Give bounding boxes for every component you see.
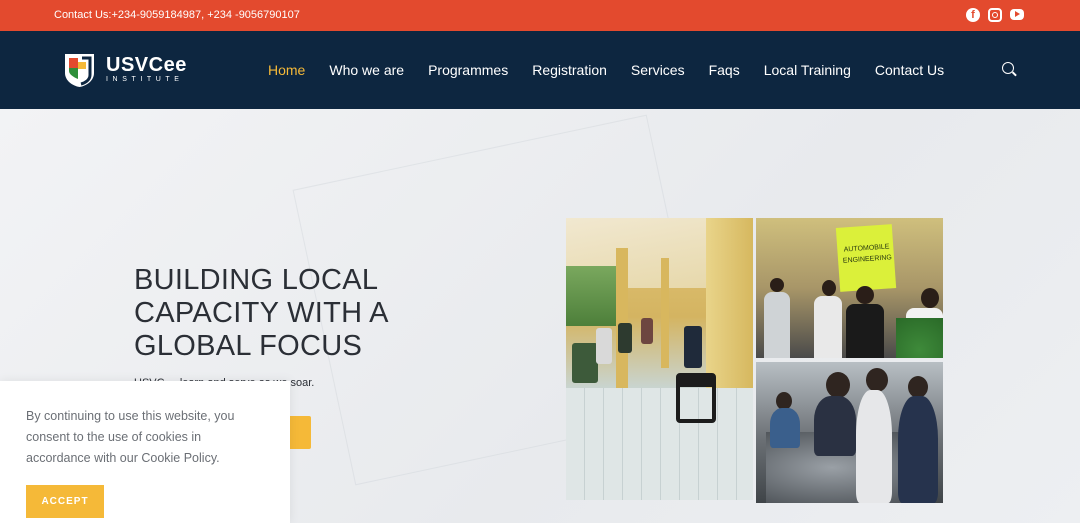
search-icon[interactable] <box>1002 62 1014 74</box>
site-logo[interactable]: USVCee INSTITUTE <box>62 51 187 88</box>
nav-services[interactable]: Services <box>631 62 685 78</box>
cookie-text: By continuing to use this website, you c… <box>26 409 235 465</box>
main-header: USVCee INSTITUTE Home Who we are Program… <box>0 31 1080 109</box>
nav-faqs[interactable]: Faqs <box>709 62 740 78</box>
workshop-photo <box>756 362 943 503</box>
hero-title: BUILDING LOCAL CAPACITY WITH A GLOBAL FO… <box>134 264 389 363</box>
cookie-notice: By continuing to use this website, you c… <box>0 381 290 523</box>
social-links: f <box>966 8 1024 22</box>
nav-registration[interactable]: Registration <box>532 62 607 78</box>
top-bar: Contact Us:+234-9059184987, +234 -905679… <box>0 0 1080 31</box>
hero-title-line: BUILDING LOCAL <box>134 264 379 296</box>
instagram-icon[interactable] <box>988 8 1002 22</box>
main-nav: Home Who we are Programmes Registration … <box>268 62 968 78</box>
youtube-icon[interactable] <box>1010 9 1024 20</box>
logo-name: USVCee <box>106 53 187 76</box>
nav-contact-us[interactable]: Contact Us <box>875 62 944 78</box>
nav-local-training[interactable]: Local Training <box>764 62 851 78</box>
nav-who-we-are[interactable]: Who we are <box>329 62 404 78</box>
logo-text: USVCee INSTITUTE <box>106 55 187 85</box>
facebook-icon[interactable]: f <box>966 8 980 22</box>
shield-logo-icon <box>62 51 97 88</box>
hero-title-line: GLOBAL FOCUS <box>134 330 363 362</box>
logo-subtitle: INSTITUTE <box>106 75 184 83</box>
classroom-photo: AUTOMOBILE ENGINEERING <box>756 218 943 358</box>
accept-cookies-button[interactable]: ACCEPT <box>26 485 104 518</box>
corridor-photo <box>566 218 753 500</box>
nav-home[interactable]: Home <box>268 62 305 78</box>
nav-programmes[interactable]: Programmes <box>428 62 508 78</box>
hero-title-line: CAPACITY WITH A <box>134 297 389 329</box>
photo-sign-text: AUTOMOBILE ENGINEERING <box>842 243 893 265</box>
contact-info: Contact Us:+234-9059184987, +234 -905679… <box>54 9 300 21</box>
